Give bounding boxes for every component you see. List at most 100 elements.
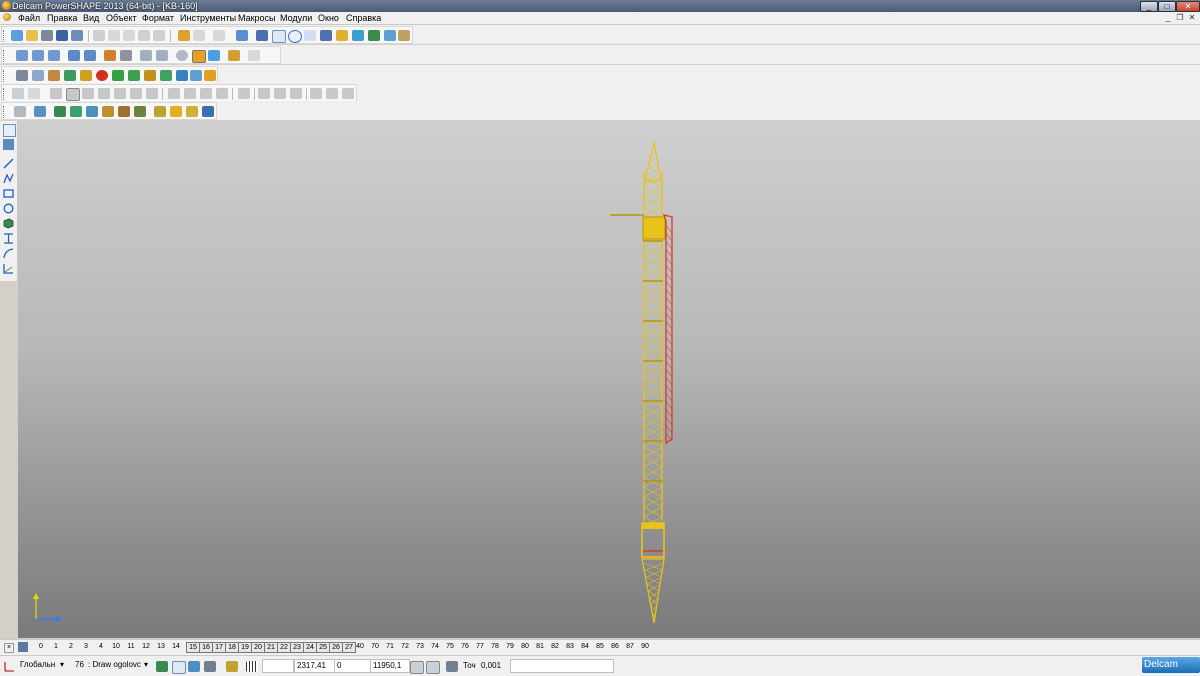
level-button[interactable]: 77: [475, 642, 485, 652]
level-name-select[interactable]: : Draw ogolovc: [88, 659, 142, 671]
globe-icon[interactable]: [176, 50, 188, 61]
lights-icon[interactable]: [228, 50, 240, 61]
toolbar-grip[interactable]: [3, 88, 9, 100]
surface-1-icon[interactable]: [50, 88, 62, 99]
close-levelbar-icon[interactable]: ×: [4, 643, 14, 653]
shade-icon[interactable]: [352, 30, 364, 41]
level-settings-icon[interactable]: [18, 642, 28, 652]
calculator-icon[interactable]: [426, 661, 440, 674]
level-button[interactable]: 40: [355, 642, 365, 652]
menu-view[interactable]: Вид: [83, 13, 99, 23]
grid-snap-icon[interactable]: [172, 661, 186, 674]
tolerance-icon[interactable]: [446, 661, 458, 672]
level-button[interactable]: 70: [370, 642, 380, 652]
level-button[interactable]: 10: [111, 642, 121, 652]
menu-object[interactable]: Объект: [106, 13, 137, 23]
solid-block-icon[interactable]: [3, 218, 14, 229]
surface-12-icon[interactable]: [238, 88, 250, 99]
close-button[interactable]: ✕: [1176, 1, 1200, 12]
pan-icon[interactable]: [104, 50, 116, 61]
surface-13-icon[interactable]: [258, 88, 270, 99]
level-button[interactable]: 75: [445, 642, 455, 652]
level-button[interactable]: 79: [505, 642, 515, 652]
level-button[interactable]: 72: [400, 642, 410, 652]
box-icon[interactable]: [144, 70, 156, 81]
erase-icon[interactable]: [138, 30, 150, 41]
menu-file[interactable]: Файл: [18, 13, 40, 23]
graphics-viewport[interactable]: [18, 121, 1200, 638]
surface-10-icon[interactable]: [200, 88, 212, 99]
menu-help[interactable]: Справка: [346, 13, 381, 23]
forward-icon[interactable]: [204, 70, 216, 81]
level-number[interactable]: 76: [75, 659, 84, 671]
menu-macros[interactable]: Макросы: [238, 13, 276, 23]
level-button[interactable]: 76: [460, 642, 470, 652]
sphere-green-icon[interactable]: [64, 70, 76, 81]
mdi-close-button[interactable]: ✕: [1187, 13, 1197, 22]
coordinate-mode-icon[interactable]: [410, 661, 424, 674]
surface-8-icon[interactable]: [168, 88, 180, 99]
line-icon[interactable]: [3, 158, 14, 169]
level-button[interactable]: 27: [342, 642, 356, 653]
settings-gear-icon[interactable]: [226, 661, 238, 672]
circle-icon[interactable]: [3, 203, 14, 214]
chevron-down-icon[interactable]: ▾: [60, 659, 64, 671]
surface-3-icon[interactable]: [82, 88, 94, 99]
feature-4-icon[interactable]: [102, 106, 114, 117]
workplane-status-icon[interactable]: [4, 660, 16, 672]
feature-7-icon[interactable]: [154, 106, 166, 117]
grid-icon[interactable]: [246, 661, 258, 672]
level-button[interactable]: 15: [186, 642, 200, 653]
delete-icon[interactable]: [153, 30, 165, 41]
level-button[interactable]: 73: [415, 642, 425, 652]
level-button[interactable]: 26: [329, 642, 343, 653]
feature-3-icon[interactable]: [86, 106, 98, 117]
surface-7-icon[interactable]: [146, 88, 158, 99]
step-icon[interactable]: [128, 70, 140, 81]
surface-5-icon[interactable]: [114, 88, 126, 99]
hand-icon[interactable]: [248, 50, 260, 61]
surface-select-icon[interactable]: [12, 88, 24, 99]
surface-4-icon[interactable]: [98, 88, 110, 99]
curve-icon[interactable]: [3, 248, 14, 259]
shaded-icon[interactable]: [192, 50, 206, 63]
surface-17-icon[interactable]: [326, 88, 338, 99]
assembly-icon[interactable]: [368, 30, 380, 41]
export-icon[interactable]: [160, 70, 172, 81]
level-button[interactable]: 11: [126, 642, 136, 652]
level-button[interactable]: 16: [199, 642, 213, 653]
play-icon[interactable]: [112, 70, 124, 81]
level-button[interactable]: 19: [238, 642, 252, 653]
toolbar-grip[interactable]: [3, 70, 9, 82]
level-button[interactable]: 85: [595, 642, 605, 652]
level-button[interactable]: 25: [316, 642, 330, 653]
toolbar-grip[interactable]: [3, 106, 9, 118]
select-icon[interactable]: [272, 30, 286, 43]
lasso-icon[interactable]: [304, 30, 316, 41]
select-filter-icon[interactable]: [3, 139, 14, 150]
mdi-minimize-button[interactable]: _: [1163, 13, 1173, 22]
level-button[interactable]: 18: [225, 642, 239, 653]
level-button[interactable]: 20: [251, 642, 265, 653]
open-file-icon[interactable]: [26, 30, 38, 41]
text-icon[interactable]: [320, 30, 332, 41]
menu-window[interactable]: Окно: [318, 13, 339, 23]
solid-icon[interactable]: [384, 30, 396, 41]
open-recent-icon[interactable]: [41, 30, 53, 41]
level-button[interactable]: 12: [141, 642, 151, 652]
level-button[interactable]: 71: [385, 642, 395, 652]
surface-flag-icon[interactable]: [28, 88, 40, 99]
level-button[interactable]: 13: [156, 642, 166, 652]
feature-10-icon[interactable]: [202, 106, 214, 117]
surface-9-icon[interactable]: [184, 88, 196, 99]
level-button[interactable]: 90: [640, 642, 650, 652]
dimension-icon[interactable]: [3, 233, 14, 244]
info-icon[interactable]: [236, 30, 248, 41]
undo-icon[interactable]: [178, 30, 190, 41]
view-iso2-icon[interactable]: [84, 50, 96, 61]
menu-format[interactable]: Формат: [142, 13, 174, 23]
wireframe-icon[interactable]: [208, 50, 220, 61]
lock-icon[interactable]: [204, 661, 216, 672]
document-icon[interactable]: [3, 13, 11, 21]
surface-15-icon[interactable]: [290, 88, 302, 99]
